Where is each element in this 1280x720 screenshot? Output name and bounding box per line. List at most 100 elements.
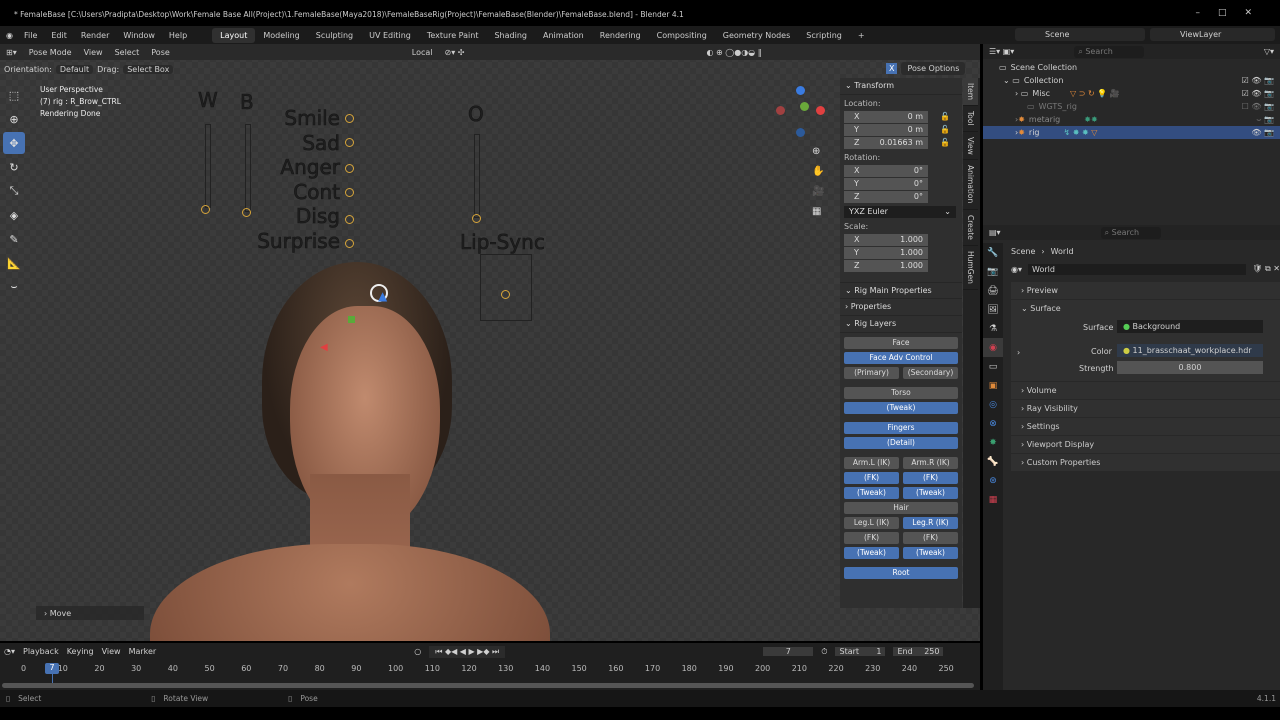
- editor-type-icon[interactable]: ◔▾: [4, 647, 15, 656]
- outliner-item[interactable]: ▭ WGTS_rig ☐ 👁 📷: [983, 100, 1280, 113]
- gizmo-z-arrow[interactable]: ▲: [378, 289, 387, 303]
- layer-leg-l-ik[interactable]: Leg.L (IK): [844, 517, 899, 529]
- bone-control[interactable]: [472, 214, 481, 223]
- expand-color-icon[interactable]: ›: [1017, 348, 1020, 357]
- preview-section[interactable]: › Preview: [1011, 282, 1280, 299]
- tab-scripting[interactable]: Scripting: [798, 28, 850, 43]
- tab-tool[interactable]: Tool: [963, 106, 978, 132]
- add-workspace-button[interactable]: +: [850, 28, 873, 43]
- playhead[interactable]: 7: [45, 663, 59, 674]
- layer-arm-l-tweak[interactable]: (Tweak): [844, 487, 899, 499]
- last-operator-panel[interactable]: › Move: [36, 606, 144, 620]
- snap-icon[interactable]: ⊘▾ ✣: [439, 48, 471, 57]
- layer-fingers[interactable]: Fingers: [844, 422, 958, 434]
- menu-help[interactable]: Help: [162, 31, 194, 40]
- transform-icon[interactable]: ◈: [3, 204, 25, 226]
- tab-rendering[interactable]: Rendering: [592, 28, 649, 43]
- location-y-field[interactable]: Y0 m: [844, 124, 928, 136]
- constraints-tab-icon[interactable]: ⊗: [983, 414, 1003, 433]
- blender-logo-icon[interactable]: ◉: [0, 31, 17, 40]
- menu-select[interactable]: Select: [109, 48, 146, 57]
- properties-section[interactable]: › Properties: [840, 299, 962, 316]
- tab-humgen[interactable]: HumGen: [963, 246, 978, 290]
- tab-view[interactable]: View: [963, 132, 978, 161]
- color-texture-field[interactable]: ● 11_brasschaat_workplace.hdr: [1117, 344, 1263, 357]
- layer-arm-r-tweak[interactable]: (Tweak): [903, 487, 958, 499]
- end-frame-field[interactable]: End 250: [893, 647, 944, 656]
- editor-type-icon[interactable]: ⊞▾: [0, 48, 23, 57]
- tab-item[interactable]: Item: [963, 78, 978, 107]
- menu-edit[interactable]: Edit: [44, 31, 74, 40]
- layer-leg-r-tweak[interactable]: (Tweak): [903, 547, 958, 559]
- lock-icon[interactable]: 🔓: [940, 112, 950, 121]
- scene-tab-icon[interactable]: ⚗: [983, 319, 1003, 338]
- tool-tab-icon[interactable]: 🔧: [983, 243, 1003, 262]
- datablock-buttons[interactable]: 🛡 ⧉ ✕: [1252, 264, 1280, 274]
- annotate-icon[interactable]: ✎: [3, 228, 25, 250]
- mode-selector[interactable]: Pose Mode: [22, 47, 78, 57]
- menu-marker[interactable]: Marker: [129, 647, 157, 656]
- gizmo-x-arrow[interactable]: ◀: [320, 342, 328, 353]
- bone-control[interactable]: [345, 215, 354, 224]
- rotation-mode-dropdown[interactable]: YXZ Euler ⌄: [844, 206, 956, 218]
- camera-view-icon[interactable]: 🎥: [812, 182, 824, 202]
- layer-leg-r-ik[interactable]: Leg.R (IK): [903, 517, 958, 529]
- playback-controls[interactable]: ⏮ ◆◀ ◀ ▶ ▶◆ ⏭: [429, 645, 506, 658]
- shading-buttons[interactable]: ◐ ⊕ ◯●◑◒ ‖: [701, 48, 768, 57]
- rig-main-properties-section[interactable]: ⌄ Rig Main Properties: [840, 282, 962, 299]
- menu-window[interactable]: Window: [116, 31, 162, 40]
- rotation-y-field[interactable]: Y 0°: [844, 178, 928, 190]
- layer-hair[interactable]: Hair: [844, 502, 958, 514]
- render-tab-icon[interactable]: 📷: [983, 262, 1003, 281]
- tab-animation[interactable]: Animation: [963, 160, 978, 210]
- surface-section[interactable]: ⌄ Surface: [1011, 300, 1280, 317]
- view-layer-tab-icon[interactable]: 🖼: [983, 300, 1003, 319]
- rotation-x-field[interactable]: X 0°: [844, 165, 928, 177]
- world-tab-icon[interactable]: ◉: [983, 338, 1003, 357]
- navigation-gizmo[interactable]: [772, 84, 828, 140]
- layer-leg-l-fk[interactable]: (FK): [844, 532, 899, 544]
- tab-sculpting[interactable]: Sculpting: [308, 28, 361, 43]
- layer-torso[interactable]: Torso: [844, 387, 958, 399]
- location-z-field[interactable]: Z 0.01663 m: [844, 137, 928, 149]
- settings-section[interactable]: › Settings: [1011, 418, 1280, 435]
- move-icon[interactable]: ✥: [3, 132, 25, 154]
- tab-geometry-nodes[interactable]: Geometry Nodes: [715, 28, 798, 43]
- rotation-z-field[interactable]: Z 0°: [844, 191, 928, 203]
- outliner-item[interactable]: › ✸ metarig ✸✸ ⌣ 📷: [983, 113, 1280, 126]
- layer-leg-r-fk[interactable]: (FK): [903, 532, 958, 544]
- armature-tab-icon[interactable]: ✸: [983, 433, 1003, 452]
- transform-orientation[interactable]: Local: [406, 48, 439, 57]
- physics-tab-icon[interactable]: ◎: [983, 395, 1003, 414]
- bone-constraints-tab-icon[interactable]: ⊛: [983, 471, 1003, 490]
- collection-tab-icon[interactable]: ▭: [983, 357, 1003, 376]
- tab-layout[interactable]: Layout: [212, 27, 256, 43]
- layer-torso-tweak[interactable]: (Tweak): [844, 402, 958, 414]
- layer-face-adv-control[interactable]: Face Adv Control: [844, 352, 958, 364]
- filter-icon[interactable]: ▽▾: [1264, 47, 1274, 56]
- bone-control[interactable]: [345, 188, 354, 197]
- object-tab-icon[interactable]: ▣: [983, 376, 1003, 395]
- ortho-grid-icon[interactable]: ▦: [812, 202, 824, 222]
- bone-control[interactable]: [201, 205, 210, 214]
- bone-control[interactable]: [501, 290, 510, 299]
- menu-keying[interactable]: Keying: [67, 647, 94, 656]
- scale-icon[interactable]: ⤡: [3, 180, 25, 202]
- tab-shading[interactable]: Shading: [486, 28, 535, 43]
- pose-options-dropdown[interactable]: Pose Options: [901, 62, 966, 75]
- bone-tab-icon[interactable]: 🦴: [983, 452, 1003, 471]
- layer-arm-r-fk[interactable]: (FK): [903, 472, 958, 484]
- texture-tab-icon[interactable]: ▦: [983, 490, 1003, 509]
- measure-icon[interactable]: 📐: [3, 252, 25, 274]
- tab-texture-paint[interactable]: Texture Paint: [419, 28, 487, 43]
- 3d-viewport[interactable]: ⊞▾ Pose Mode View Select Pose Local ⊘▾ ✣…: [0, 44, 980, 641]
- mirror-x-button[interactable]: X: [886, 63, 898, 74]
- pan-hand-icon[interactable]: ✋: [812, 162, 824, 182]
- orientation-dropdown[interactable]: Default: [55, 64, 94, 74]
- scale-y-field[interactable]: Y 1.000: [844, 247, 928, 259]
- layer-arm-r-ik[interactable]: Arm.R (IK): [903, 457, 958, 469]
- ray-visibility-section[interactable]: › Ray Visibility: [1011, 400, 1280, 417]
- bone-control[interactable]: [345, 239, 354, 248]
- editor-type-icon[interactable]: ▤▾: [989, 228, 1001, 237]
- layer-arm-l-ik[interactable]: Arm.L (IK): [844, 457, 899, 469]
